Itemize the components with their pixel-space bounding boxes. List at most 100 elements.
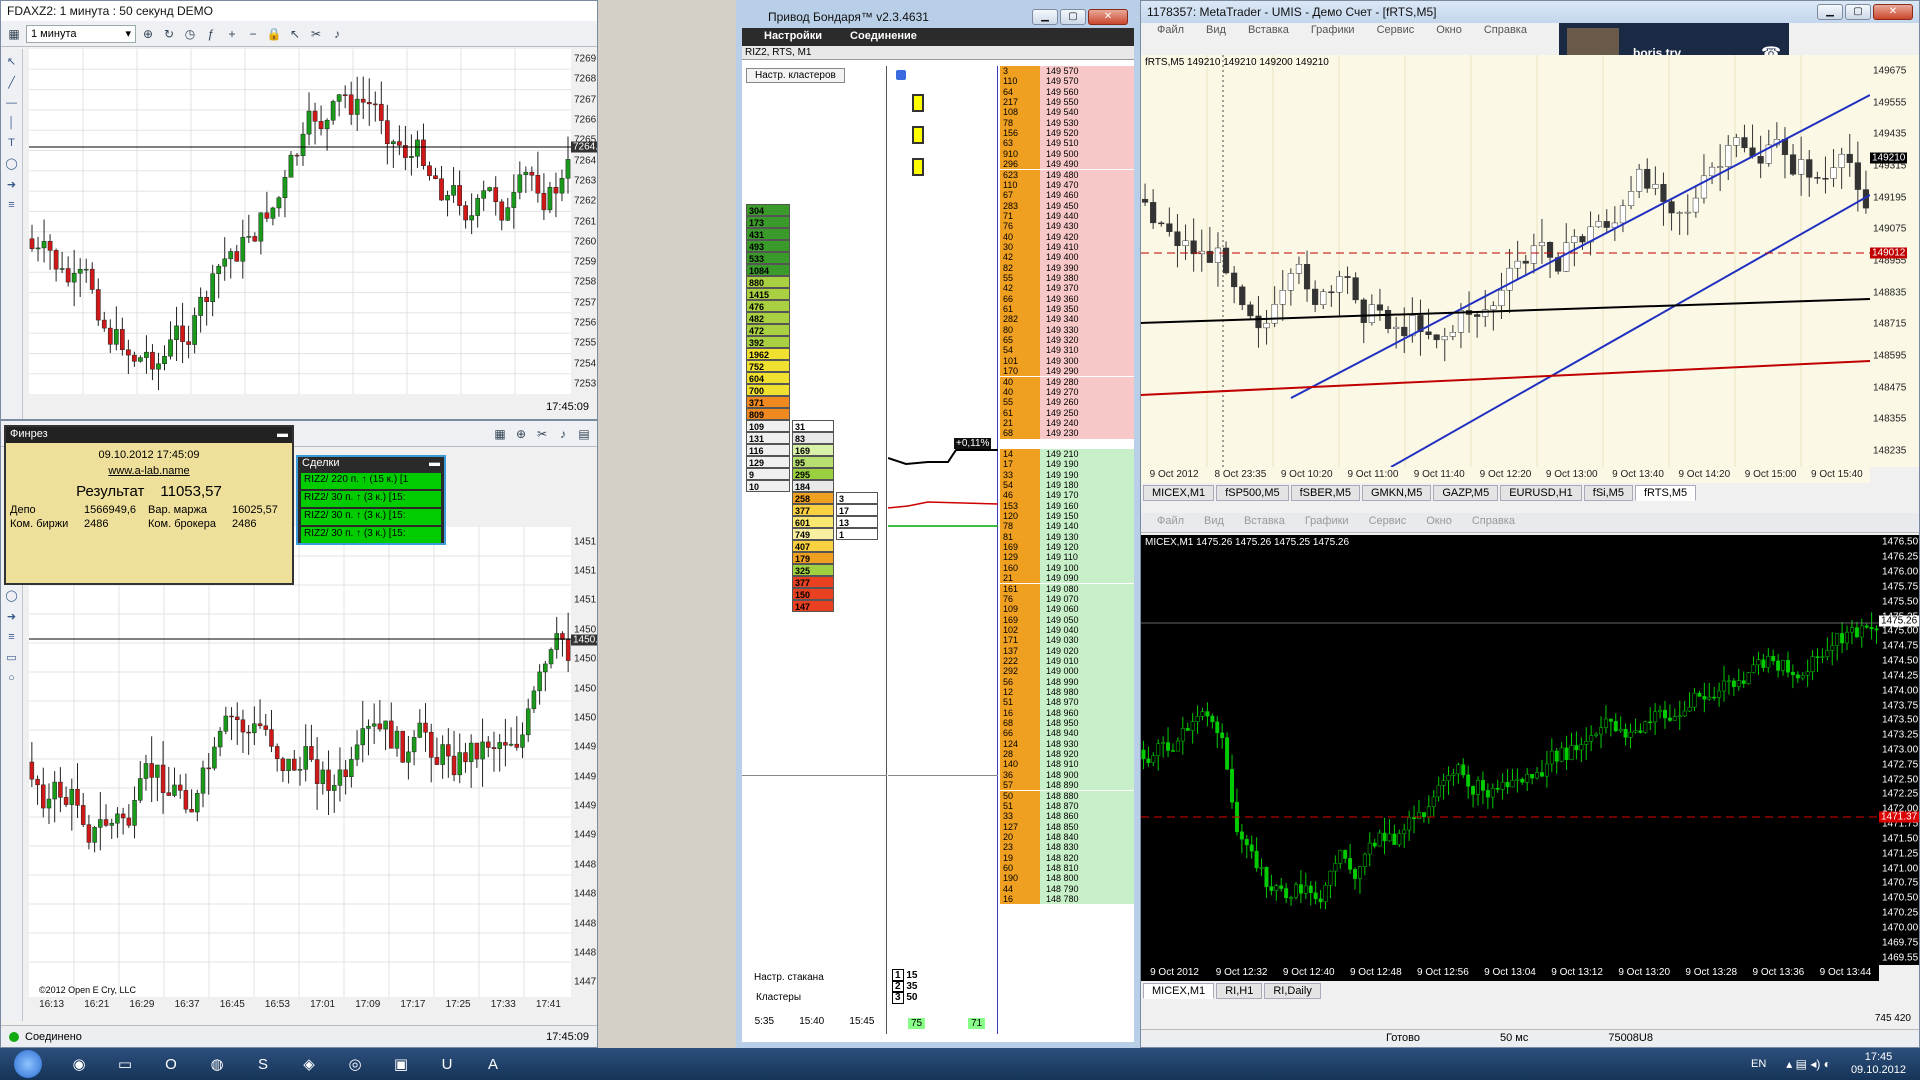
bid-row[interactable]: 19 148 820	[1000, 852, 1134, 863]
bid-row[interactable]: 50 148 880	[1000, 790, 1134, 801]
ask-row[interactable]: 21 149 240	[1000, 417, 1134, 429]
deal-row[interactable]: RIZ2/ 30 п. ↑ (3 к.) [15:	[301, 509, 441, 525]
zoom-in-icon[interactable]: +	[223, 25, 241, 43]
fib-tool-icon[interactable]: ≡	[8, 631, 14, 643]
ask-row[interactable]: 67 149 460	[1000, 190, 1134, 201]
ask-row[interactable]: 283 149 450	[1000, 200, 1134, 211]
chart-tab[interactable]: fRTS,M5	[1634, 485, 1697, 501]
ask-row[interactable]: 55 149 380	[1000, 273, 1134, 284]
layout-icon[interactable]: ▦	[491, 425, 509, 443]
skype-icon[interactable]: S	[240, 1049, 286, 1079]
bid-row[interactable]: 57 148 890	[1000, 780, 1134, 791]
firefox-icon[interactable]: ◉	[56, 1049, 102, 1079]
deal-row[interactable]: RIZ2/ 30 п. ↑ (3 к.) [15:	[301, 491, 441, 507]
bid-row[interactable]: 60 148 810	[1000, 862, 1134, 874]
bid-row[interactable]: 124 148 930	[1000, 738, 1134, 750]
chart-icon[interactable]: ▤	[575, 425, 593, 443]
bid-row[interactable]: 23 148 830	[1000, 842, 1134, 853]
chart-tab[interactable]: fSBER,M5	[1290, 485, 1360, 501]
ellipse-tool-icon[interactable]: ◯	[5, 589, 17, 602]
ask-row[interactable]: 296 149 490	[1000, 159, 1134, 170]
bid-row[interactable]: 137 149 020	[1000, 645, 1134, 656]
bid-row[interactable]: 51 148 970	[1000, 697, 1134, 708]
maximize-button[interactable]: ▢	[1060, 9, 1086, 25]
ask-row[interactable]: 110 149 570	[1000, 76, 1134, 87]
chart-tab[interactable]: fSi,M5	[1583, 485, 1633, 501]
arrow-right-tool-icon[interactable]: ➜	[7, 178, 16, 191]
ask-row[interactable]: 108 149 540	[1000, 107, 1134, 118]
bid-row[interactable]: 21 149 090	[1000, 573, 1134, 584]
minimize-icon[interactable]: ▬	[277, 428, 288, 442]
bid-row[interactable]: 76 149 070	[1000, 593, 1134, 605]
bid-row[interactable]: 33 148 860	[1000, 811, 1134, 822]
indicator-icon[interactable]: ƒ	[202, 25, 220, 43]
chart-icon[interactable]: ▦	[5, 25, 23, 43]
ask-row[interactable]: 40 149 280	[1000, 376, 1134, 387]
chart-tab[interactable]: GMKN,M5	[1361, 485, 1432, 501]
deal-row[interactable]: RIZ2/ 30 п. ↑ (3 к.) [15:	[301, 527, 441, 543]
chart-tab[interactable]: MICEX,M1	[1143, 983, 1215, 999]
hline-tool-icon[interactable]: —	[6, 97, 17, 109]
chart-tab[interactable]: RI,H1	[1216, 983, 1263, 999]
close-button[interactable]: ✕	[1088, 9, 1128, 25]
clock-icon[interactable]: ◷	[181, 25, 199, 43]
clusters-button[interactable]: Кластеры	[756, 992, 801, 1003]
bid-row[interactable]: 140 148 910	[1000, 759, 1134, 770]
opera-icon[interactable]: O	[148, 1049, 194, 1079]
ask-row[interactable]: 910 149 500	[1000, 148, 1134, 160]
bid-row[interactable]: 190 148 800	[1000, 873, 1134, 884]
arrow-right-tool-icon[interactable]: ➜	[7, 610, 16, 623]
mt-titlebar[interactable]: 1178357: MetaTrader - UMIS - Демо Счет -…	[1141, 1, 1919, 23]
ask-row[interactable]: 156 149 520	[1000, 128, 1134, 139]
folder-icon[interactable]: ▭	[102, 1049, 148, 1079]
menu-service-2[interactable]: Сервис	[1369, 515, 1407, 530]
menu-view[interactable]: Вид	[1206, 24, 1226, 40]
bell-icon[interactable]: ♪	[328, 25, 346, 43]
bid-row[interactable]: 14 149 210	[1000, 448, 1134, 460]
refresh-icon[interactable]: ↻	[160, 25, 178, 43]
bid-row[interactable]: 54 149 180	[1000, 480, 1134, 491]
menu-help[interactable]: Справка	[1484, 24, 1527, 40]
ask-row[interactable]: 82 149 390	[1000, 262, 1134, 273]
ask-row[interactable]: 55 149 260	[1000, 397, 1134, 408]
bid-row[interactable]: 160 149 100	[1000, 562, 1134, 574]
bid-row[interactable]: 56 148 990	[1000, 676, 1134, 687]
ask-row[interactable]: 40 149 420	[1000, 231, 1134, 242]
globe-icon[interactable]: ⊕	[139, 25, 157, 43]
ask-row[interactable]: 64 149 560	[1000, 86, 1134, 98]
line-tool-icon[interactable]: ╱	[8, 76, 15, 89]
micex-chart[interactable]: MICEX,M1 1475.26 1475.26 1475.25 1475.26	[1141, 535, 1879, 965]
ask-row[interactable]: 71 149 440	[1000, 210, 1134, 222]
ask-row[interactable]: 217 149 550	[1000, 97, 1134, 108]
deals-titlebar[interactable]: Сделки ▬	[298, 457, 444, 471]
finrez-link[interactable]: www.a-lab.name	[6, 465, 292, 477]
cursor-icon[interactable]: ↖	[286, 25, 304, 43]
chart-tab[interactable]: RI,Daily	[1264, 983, 1321, 999]
bid-row[interactable]: 51 148 870	[1000, 800, 1134, 812]
fdax-titlebar[interactable]: FDAXZ2: 1 минута : 50 секунд DEMO	[1, 1, 597, 21]
bid-row[interactable]: 109 149 060	[1000, 604, 1134, 615]
cqg-chart[interactable]: ©2012 Open E Cry, LLC	[29, 527, 571, 997]
minimize-button[interactable]: ▁	[1817, 4, 1843, 20]
ask-row[interactable]: 623 149 480	[1000, 169, 1134, 180]
chart-tab[interactable]: EURUSD,H1	[1500, 485, 1582, 501]
bid-row[interactable]: 222 149 010	[1000, 655, 1134, 667]
ask-row[interactable]: 61 149 250	[1000, 407, 1134, 418]
menu-window-2[interactable]: Окно	[1426, 515, 1452, 530]
bid-row[interactable]: 78 149 140	[1000, 521, 1134, 532]
fib-tool-icon[interactable]: ≡	[8, 199, 14, 211]
explorer-icon[interactable]: ▣	[378, 1049, 424, 1079]
clock[interactable]: 17:45 09.10.2012	[1851, 1051, 1906, 1077]
bid-row[interactable]: 36 148 900	[1000, 769, 1134, 781]
bid-row[interactable]: 12 148 980	[1000, 687, 1134, 698]
circle-tool-icon[interactable]: ○	[8, 672, 15, 684]
bid-row[interactable]: 44 148 790	[1000, 883, 1134, 894]
menu-view-2[interactable]: Вид	[1204, 515, 1224, 530]
ask-row[interactable]: 65 149 320	[1000, 335, 1134, 346]
menu-service[interactable]: Сервис	[1377, 24, 1415, 40]
frts-chart[interactable]: fRTS,M5 149210 149210 149200 149210	[1141, 55, 1871, 468]
arrow-tool-icon[interactable]: ↖	[7, 55, 16, 68]
ask-row[interactable]: 110 149 470	[1000, 179, 1134, 191]
bid-row[interactable]: 129 149 110	[1000, 552, 1134, 563]
bell-icon[interactable]: ♪	[554, 425, 572, 443]
